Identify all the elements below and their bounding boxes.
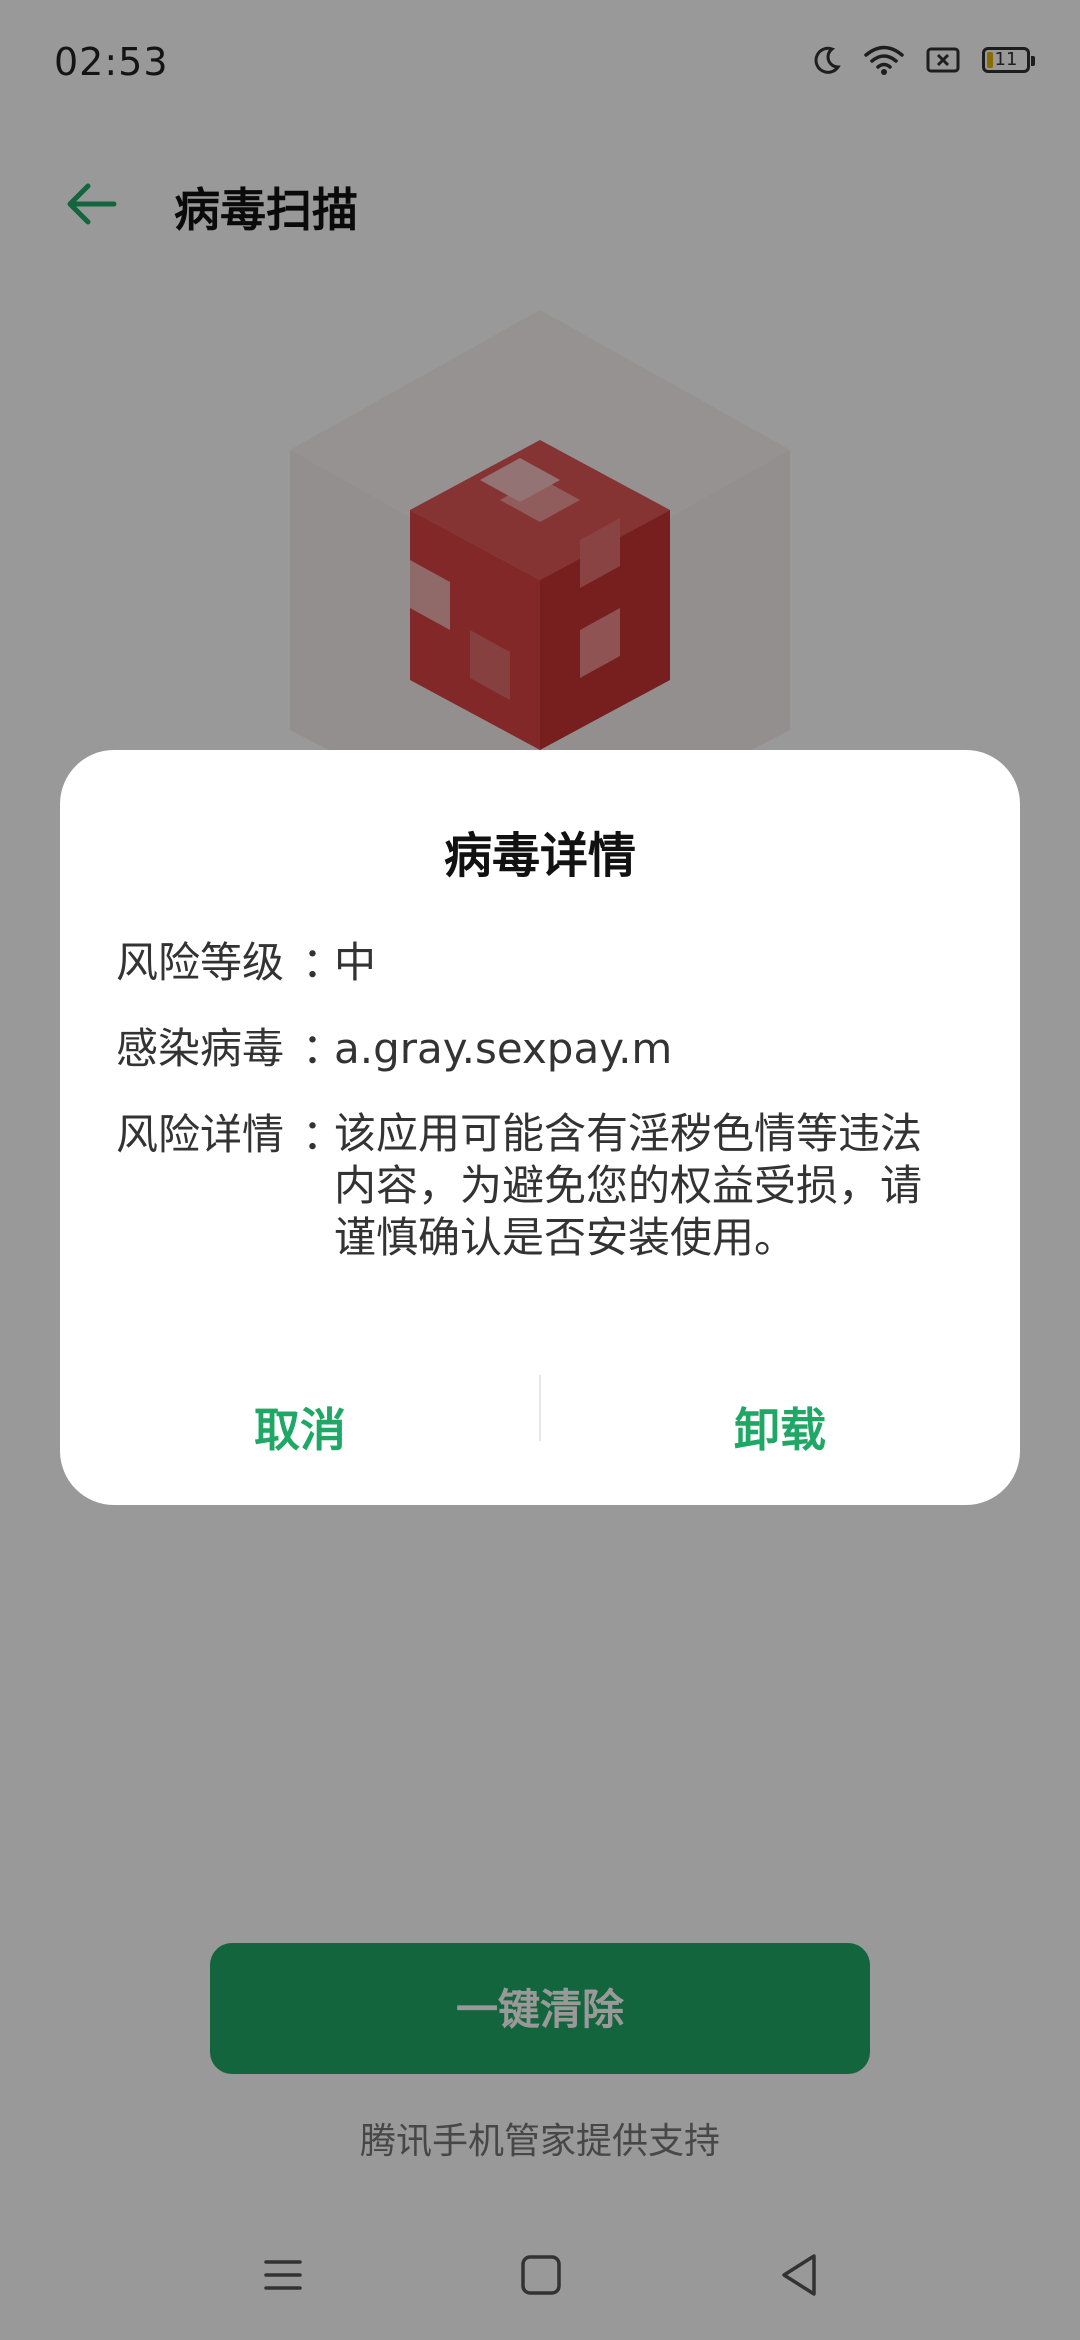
row-label: 风险等级 bbox=[116, 938, 285, 987]
uninstall-button[interactable]: 卸载 bbox=[540, 1355, 1020, 1505]
risk-level-value: 中 bbox=[334, 938, 377, 987]
risk-level-row: 风险等级 ： 中 bbox=[116, 936, 976, 990]
infected-virus-row: 感染病毒 ： a.gray.sexpay.m bbox=[116, 1022, 976, 1076]
row-label: 风险详情 bbox=[116, 1110, 285, 1159]
risk-detail-row: 风险详情 ： 该应用可能含有淫秽色情等违法内容，为避免您的权益受损，请谨慎确认是… bbox=[116, 1108, 976, 1264]
virus-detail-dialog: 病毒详情 风险等级 ： 中 感染病毒 ： a.gray.sexpay.m 风险详… bbox=[60, 750, 1020, 1505]
dialog-actions: 取消 卸载 bbox=[60, 1355, 1020, 1505]
risk-detail-value: 该应用可能含有淫秽色情等违法内容，为避免您的权益受损，请谨慎确认是否安装使用。 bbox=[334, 1109, 923, 1262]
cancel-button[interactable]: 取消 bbox=[60, 1355, 540, 1505]
virus-name-value: a.gray.sexpay.m bbox=[334, 1024, 673, 1073]
row-colon: ： bbox=[302, 938, 345, 987]
dialog-title: 病毒详情 bbox=[443, 828, 636, 884]
row-colon: ： bbox=[302, 1024, 345, 1073]
row-colon: ： bbox=[302, 1110, 345, 1159]
row-label: 感染病毒 bbox=[116, 1024, 285, 1073]
